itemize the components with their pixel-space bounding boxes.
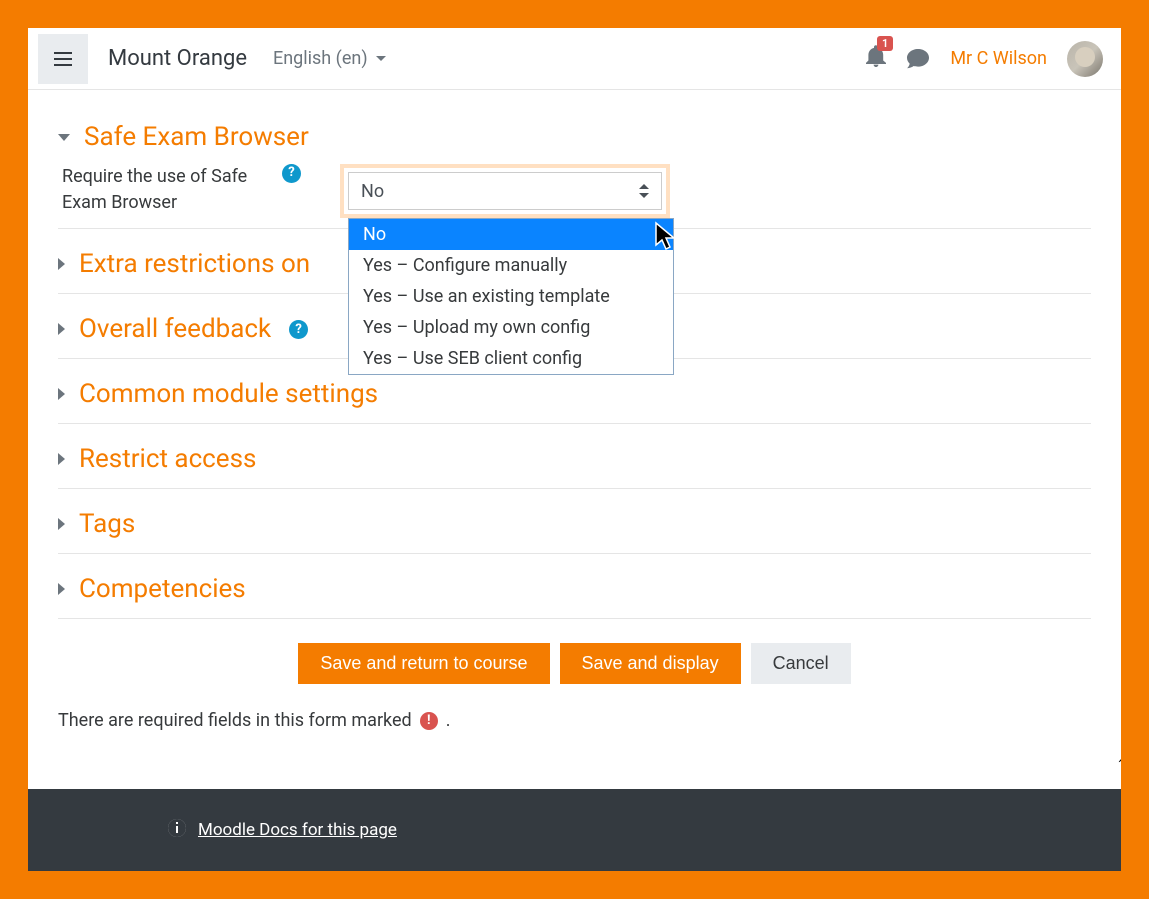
bell-icon xyxy=(866,49,886,72)
section-restrict-access[interactable]: Restrict access xyxy=(58,424,1091,489)
select-arrows-icon xyxy=(639,184,649,198)
section-title: Restrict access xyxy=(79,444,256,474)
language-selector[interactable]: English (en) xyxy=(273,48,386,69)
seb-option-existing-template[interactable]: Yes – Use an existing template xyxy=(349,281,673,312)
language-label: English (en) xyxy=(273,48,368,69)
section-title: Tags xyxy=(79,509,135,539)
setting-require-seb: Require the use of Safe Exam Browser ? N… xyxy=(58,160,1091,229)
site-title[interactable]: Mount Orange xyxy=(108,46,247,71)
scroll-to-top-button[interactable]: ↑ xyxy=(1116,751,1121,777)
chevron-down-icon xyxy=(58,134,70,141)
form-content: Safe Exam Browser Require the use of Saf… xyxy=(28,90,1121,759)
navbar-right: 1 Mr C Wilson xyxy=(866,41,1103,77)
seb-select-wrapper: No No Yes – Configure manually Yes – Use… xyxy=(340,164,670,218)
setting-label-text: Require the use of Safe Exam Browser xyxy=(62,164,272,216)
seb-select-value: No xyxy=(361,181,384,202)
chevron-right-icon xyxy=(58,323,65,335)
notifications-badge: 1 xyxy=(877,36,893,51)
user-name-link[interactable]: Mr C Wilson xyxy=(950,48,1047,69)
setting-label: Require the use of Safe Exam Browser ? xyxy=(62,164,340,216)
save-display-button[interactable]: Save and display xyxy=(560,643,741,684)
chevron-down-icon xyxy=(376,56,386,61)
footer-bar: Moodle Docs for this page xyxy=(28,789,1121,871)
section-title: Extra restrictions on xyxy=(79,249,310,279)
hamburger-icon xyxy=(54,52,72,66)
section-title: Safe Exam Browser xyxy=(84,122,309,152)
seb-option-configure-manually[interactable]: Yes – Configure manually xyxy=(349,250,673,281)
seb-option-no[interactable]: No xyxy=(349,219,673,250)
seb-option-seb-client-config[interactable]: Yes – Use SEB client config xyxy=(349,343,673,374)
required-fields-note: There are required fields in this form m… xyxy=(58,692,1091,759)
seb-select[interactable]: No xyxy=(348,172,662,210)
cancel-button[interactable]: Cancel xyxy=(751,643,851,684)
info-icon xyxy=(168,819,186,842)
required-icon: ! xyxy=(420,712,438,730)
seb-select-dropdown: No Yes – Configure manually Yes – Use an… xyxy=(348,218,674,375)
user-avatar[interactable] xyxy=(1067,41,1103,77)
hamburger-button[interactable] xyxy=(38,34,88,84)
section-title: Competencies xyxy=(79,574,246,604)
section-tags[interactable]: Tags xyxy=(58,489,1091,554)
chevron-right-icon xyxy=(58,518,65,530)
messages-button[interactable] xyxy=(906,48,930,70)
notifications-button[interactable]: 1 xyxy=(866,45,886,72)
section-safe-exam-browser-header[interactable]: Safe Exam Browser xyxy=(58,102,1091,160)
chevron-right-icon xyxy=(58,388,65,400)
moodle-docs-link[interactable]: Moodle Docs for this page xyxy=(198,820,397,840)
required-note-period: . xyxy=(446,710,451,731)
form-actions: Save and return to course Save and displ… xyxy=(58,619,1091,692)
chevron-right-icon xyxy=(58,453,65,465)
section-title: Common module settings xyxy=(79,379,378,409)
chevron-right-icon xyxy=(58,258,65,270)
help-icon[interactable]: ? xyxy=(282,164,301,183)
top-navbar: Mount Orange English (en) 1 Mr C Wilson xyxy=(28,28,1121,90)
save-return-button[interactable]: Save and return to course xyxy=(298,643,549,684)
required-note-text: There are required fields in this form m… xyxy=(58,710,412,731)
help-icon[interactable]: ? xyxy=(289,320,308,339)
section-competencies[interactable]: Competencies xyxy=(58,554,1091,619)
seb-option-upload-config[interactable]: Yes – Upload my own config xyxy=(349,312,673,343)
page-root: Mount Orange English (en) 1 Mr C Wilson xyxy=(28,28,1121,871)
section-title: Overall feedback xyxy=(79,314,271,344)
chevron-right-icon xyxy=(58,583,65,595)
